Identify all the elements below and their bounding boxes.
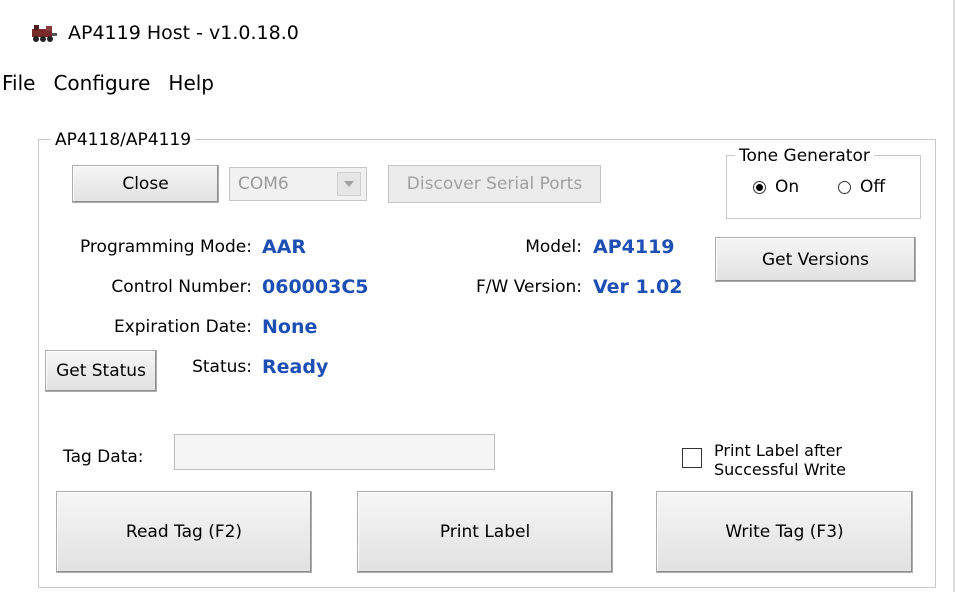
write-tag-button[interactable]: Write Tag (F3) [656,491,913,573]
tone-off-label: Off [860,177,886,197]
print-after-write-label-2: Successful Write [714,460,846,479]
discover-serial-ports-button[interactable]: Discover Serial Ports [388,165,601,203]
expiration-date-value: None [262,316,318,338]
locomotive-icon [30,23,58,43]
status-value: Ready [262,356,329,378]
read-tag-button[interactable]: Read Tag (F2) [56,491,312,573]
chevron-down-icon[interactable] [337,172,361,196]
radio-selected-icon [753,180,766,194]
app-window: { "window": { "title": "AP4119 Host - v1… [0,0,955,592]
tone-off-radio[interactable]: Off [838,177,885,197]
expiration-date-label: Expiration Date: [113,317,252,337]
menu-help[interactable]: Help [159,68,223,98]
control-number-value: 060003C5 [262,276,369,298]
reader-group-legend: AP4118/AP4119 [51,129,196,151]
tone-on-label: On [775,177,800,197]
programming-mode-label: Programming Mode: [79,237,252,257]
control-number-label: Control Number: [111,277,252,297]
model-label: Model: [525,237,582,257]
model-value: AP4119 [593,236,675,258]
serial-port-select[interactable]: COM6 [229,167,367,201]
tag-data-field[interactable] [174,434,495,470]
get-versions-button[interactable]: Get Versions [715,237,916,282]
print-after-write-checkbox[interactable] [682,448,702,468]
menu-file[interactable]: File [0,68,44,98]
serial-port-value: COM6 [238,174,289,194]
print-label-button[interactable]: Print Label [357,491,613,573]
programming-mode-value: AAR [262,236,307,258]
menu-configure[interactable]: Configure [44,68,159,98]
menu-bar: File Configure Help [0,68,223,98]
tone-on-radio[interactable]: On [753,177,799,197]
tag-data-label: Tag Data: [63,447,144,467]
window-title: AP4119 Host - v1.0.18.0 [68,22,299,44]
get-status-button[interactable]: Get Status [45,350,157,392]
print-after-write-label-1: Print Label after [714,441,842,460]
tone-generator-legend: Tone Generator [735,145,874,167]
status-label: Status: [192,357,252,377]
fw-version-label: F/W Version: [476,277,582,297]
close-button[interactable]: Close [72,165,219,203]
fw-version-value: Ver 1.02 [593,276,683,298]
title-bar: AP4119 Host - v1.0.18.0 [30,20,299,46]
radio-unselected-icon [838,180,851,194]
